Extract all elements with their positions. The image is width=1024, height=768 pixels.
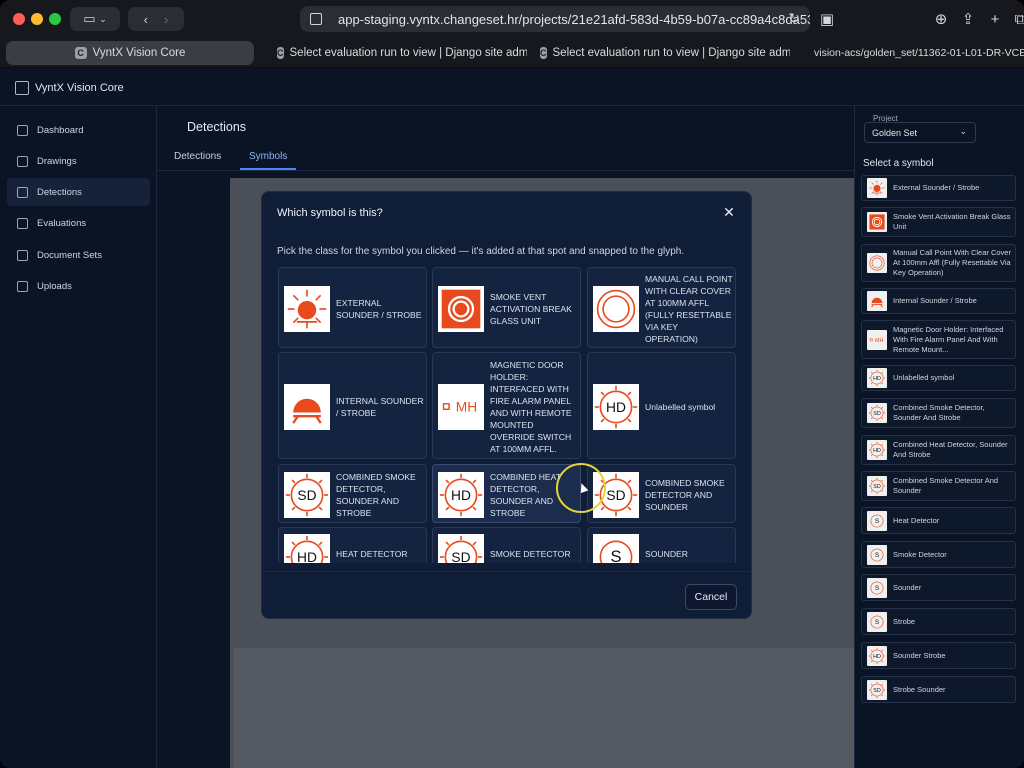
symbol-option-card[interactable]: HD Unlabelled symbol xyxy=(587,352,736,459)
chevron-down-icon: ⌄ xyxy=(99,13,107,24)
reload-icon[interactable]: ↻ xyxy=(788,10,800,27)
url-text: app-staging.vyntx.changeset.hr/projects/… xyxy=(338,11,810,27)
address-bar[interactable]: app-staging.vyntx.changeset.hr/projects/… xyxy=(300,6,810,32)
svg-text:HD: HD xyxy=(297,550,317,563)
int-sounder-icon xyxy=(284,383,330,430)
symbol-option-card[interactable]: S SOUNDER xyxy=(587,527,736,563)
hd-icon: HD xyxy=(284,534,330,563)
symbol-option-label: SOUNDER xyxy=(645,549,688,559)
symbol-picker-modal: Which symbol is this? ✕ Pick the class f… xyxy=(261,191,752,619)
tab-favicon: C xyxy=(540,47,547,59)
symbol-option-label: HEAT DETECTOR xyxy=(336,549,408,559)
symbol-option-card[interactable]: SD COMBINED SMOKE DETECTOR AND SOUNDER xyxy=(587,464,736,523)
sidebar-icon: ▭ xyxy=(83,11,96,26)
share-icon[interactable]: ⇪ xyxy=(958,9,978,29)
svg-text:HD: HD xyxy=(451,488,471,503)
symbol-option-card[interactable]: MANUAL CALL POINT WITH CLEAR COVER AT 10… xyxy=(587,267,736,348)
new-tab-icon[interactable]: + xyxy=(985,9,1005,29)
close-window-button[interactable] xyxy=(13,13,25,25)
tab-overview-icon[interactable]: ⧉ xyxy=(1010,9,1024,29)
app-logo-icon xyxy=(15,81,29,95)
reader-icon[interactable]: ▣ xyxy=(817,9,837,29)
browser-tab-github[interactable]: vision-acs/golden_set/11362-01-L01-DR-VC… xyxy=(808,41,1024,65)
svg-text:SD: SD xyxy=(606,488,625,503)
s-icon: S xyxy=(593,534,639,563)
symbol-option-card[interactable]: SD COMBINED SMOKE DETECTOR, SOUNDER AND S… xyxy=(278,464,427,523)
browser-tabbar: C VyntX Vision Core C Select evaluation … xyxy=(0,38,1024,68)
hd-icon: HD xyxy=(593,383,639,430)
browser-tab-django-1[interactable]: C Select evaluation run to view | Django… xyxy=(277,41,527,65)
tab-label: Select evaluation run to view | Django s… xyxy=(289,47,528,59)
svg-text:S: S xyxy=(610,547,621,563)
symbol-option-label: MAGNETIC DOOR HOLDER: INTERFACED WITH FI… xyxy=(490,359,572,454)
symbol-option-card[interactable]: SMOKE VENT ACTIVATION BREAK GLASS UNIT xyxy=(432,267,581,348)
sd-icon: SD xyxy=(284,471,330,518)
symbol-option-label: INTERNAL SOUNDER / STROBE xyxy=(336,395,424,418)
symbol-option-grid: EXTERNAL SOUNDER / STROBE SMOKE VENT ACTI… xyxy=(278,267,738,563)
symbol-option-label: Unlabelled symbol xyxy=(645,401,716,412)
svg-text:SD: SD xyxy=(297,488,316,503)
app-header: VyntX Vision Core xyxy=(0,68,1024,106)
tab-favicon: C xyxy=(74,47,87,59)
symbol-option-card[interactable]: SD SMOKE DETECTOR xyxy=(432,527,581,563)
app-title: VyntX Vision Core xyxy=(35,82,124,94)
browser-tab-vyntx[interactable]: C VyntX Vision Core xyxy=(6,41,254,65)
history-nav: ‹ › xyxy=(128,7,184,31)
sd-icon: SD xyxy=(438,534,484,563)
divider xyxy=(262,571,751,572)
browser-titlebar: ▭ ⌄ ‹ › app-staging.vyntx.changeset.hr/p… xyxy=(0,0,1024,38)
tab-label: Select evaluation run to view | Django s… xyxy=(552,47,791,59)
symbol-option-label: COMBINED SMOKE DETECTOR, SOUNDER AND STR… xyxy=(336,471,416,518)
tab-label: VyntX Vision Core xyxy=(92,47,186,59)
symbol-option-label: SMOKE VENT ACTIVATION BREAK GLASS UNIT xyxy=(490,291,572,326)
cancel-button[interactable]: Cancel xyxy=(685,584,737,610)
browser-window: ▭ ⌄ ‹ › app-staging.vyntx.changeset.hr/p… xyxy=(0,0,1024,768)
ext-sounder-icon xyxy=(284,285,330,332)
back-icon[interactable]: ‹ xyxy=(144,12,148,27)
minimize-window-button[interactable] xyxy=(31,13,43,25)
manual-call-point-icon xyxy=(593,285,639,332)
symbol-option-card[interactable]: MH MAGNETIC DOOR HOLDER: INTERFACED WITH … xyxy=(432,352,581,459)
maximize-window-button[interactable] xyxy=(49,13,61,25)
download-icon[interactable]: ⊕ xyxy=(931,9,951,29)
svg-text:HD: HD xyxy=(606,400,626,415)
symbol-option-card[interactable]: HD HEAT DETECTOR xyxy=(278,527,427,563)
tab-favicon: C xyxy=(277,47,284,59)
close-icon[interactable]: ✕ xyxy=(721,204,737,220)
symbol-option-label: EXTERNAL SOUNDER / STROBE xyxy=(336,297,422,320)
hd-icon: HD xyxy=(438,471,484,518)
smoke-vent-icon xyxy=(438,285,484,332)
svg-text:SD: SD xyxy=(451,550,470,563)
browser-tab-django-2[interactable]: C Select evaluation run to view | Django… xyxy=(540,41,790,65)
symbol-option-label: SMOKE DETECTOR xyxy=(490,549,571,559)
symbol-option-label: MANUAL CALL POINT WITH CLEAR COVER AT 10… xyxy=(645,273,733,344)
forward-icon[interactable]: › xyxy=(164,12,168,27)
modal-title: Which symbol is this? xyxy=(277,207,383,219)
svg-text:MH: MH xyxy=(456,399,477,414)
mh-icon: MH xyxy=(438,383,484,430)
page-settings-icon[interactable] xyxy=(310,13,322,25)
sidebar-toggle-button[interactable]: ▭ ⌄ xyxy=(70,7,120,31)
modal-subtitle: Pick the class for the symbol you clicke… xyxy=(277,246,685,257)
tab-label: vision-acs/golden_set/11362-01-L01-DR-VC… xyxy=(814,47,1024,59)
symbol-option-label: COMBINED SMOKE DETECTOR AND SOUNDER xyxy=(645,477,725,512)
symbol-option-card[interactable]: INTERNAL SOUNDER / STROBE xyxy=(278,352,427,459)
symbol-option-card[interactable]: EXTERNAL SOUNDER / STROBE xyxy=(278,267,427,348)
